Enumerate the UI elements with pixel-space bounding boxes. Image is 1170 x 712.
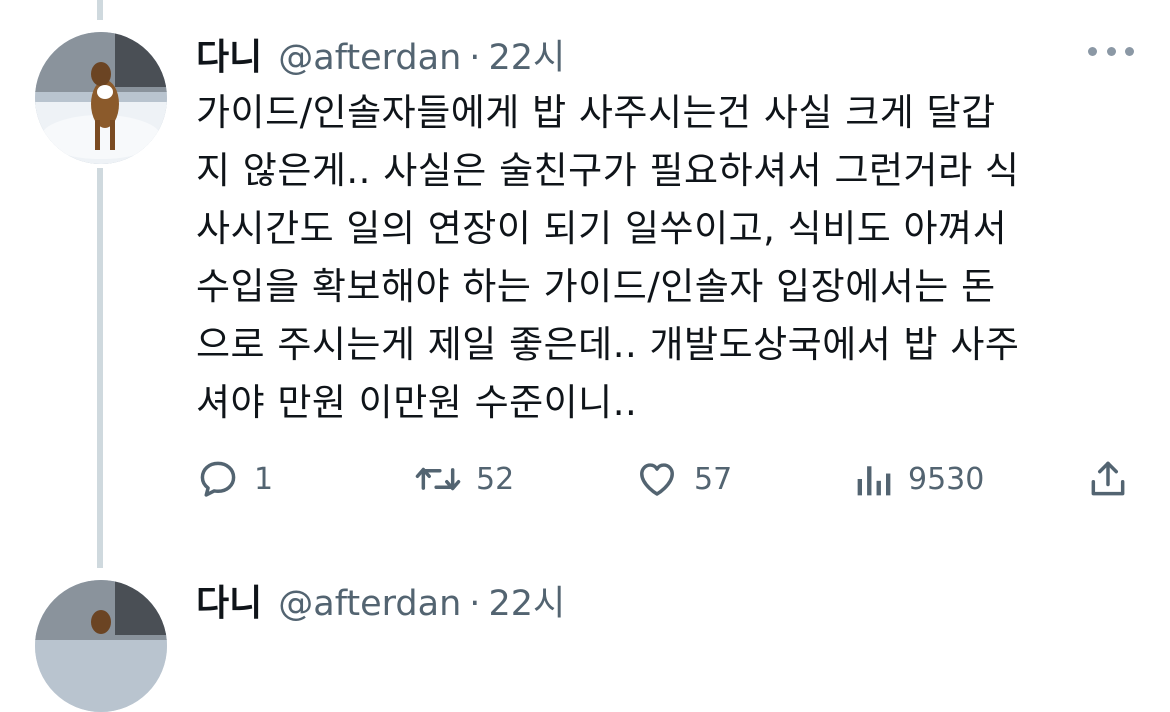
reply-count: 1	[254, 461, 274, 497]
tweet-text-line: 사시간도 일의 연장이 되기 일쑤이고, 식비도 아껴서	[196, 207, 1008, 250]
tweet-text-line: 가이드/인솔자들에게 밥 사주시는건 사실 크게 달갑	[196, 91, 996, 134]
avatar[interactable]	[35, 32, 167, 164]
tweet-text: 가이드/인솔자들에게 밥 사주시는건 사실 크게 달갑 지 않은게.. 사실은 …	[196, 84, 1136, 432]
more-icon[interactable]	[1088, 44, 1134, 58]
timestamp[interactable]: 22시	[488, 29, 565, 80]
tweet-text-line: 수입을 확보해야 하는 가이드/인솔자 입장에서는 돈	[196, 265, 996, 308]
tweet-text-line: 셔야 만원 이만원 수준이니..	[196, 381, 638, 424]
display-name[interactable]: 다니	[196, 574, 262, 626]
user-handle[interactable]: @afterdan	[278, 38, 461, 78]
heart-icon	[640, 463, 674, 496]
timestamp[interactable]: 22시	[488, 575, 565, 626]
avatar-photo-icon	[35, 32, 167, 164]
display-name[interactable]: 다니	[196, 28, 262, 80]
share-icon	[1091, 461, 1125, 496]
thread-line	[97, 168, 103, 568]
retweet-button[interactable]: 52	[414, 452, 514, 506]
share-button[interactable]	[1086, 452, 1130, 506]
like-button[interactable]: 57	[634, 452, 732, 506]
like-count: 57	[694, 461, 733, 497]
separator-dot: ·	[469, 38, 481, 78]
views-icon	[857, 466, 891, 496]
tweet-text-line: 으로 주시는게 제일 좋은데.. 개발도상국에서 밥 사주	[196, 323, 1020, 366]
user-handle[interactable]: @afterdan	[278, 584, 461, 624]
view-count: 9530	[908, 461, 985, 497]
views-button[interactable]: 9530	[854, 452, 984, 506]
retweet-count: 52	[476, 461, 515, 497]
separator-dot: ·	[469, 584, 481, 624]
tweet-text-line: 지 않은게.. 사실은 술친구가 필요하셔서 그런거라 식	[196, 149, 1020, 192]
reply-button[interactable]: 1	[196, 452, 273, 506]
thread-line-top	[97, 0, 103, 20]
reply-icon	[200, 461, 236, 497]
retweet-icon	[415, 467, 461, 491]
tweet-actions: 1 52 57 9530	[196, 452, 1136, 506]
next-tweet-header: 다니 @afterdan · 22시	[196, 574, 565, 624]
tweet-header: 다니 @afterdan · 22시	[196, 28, 565, 78]
